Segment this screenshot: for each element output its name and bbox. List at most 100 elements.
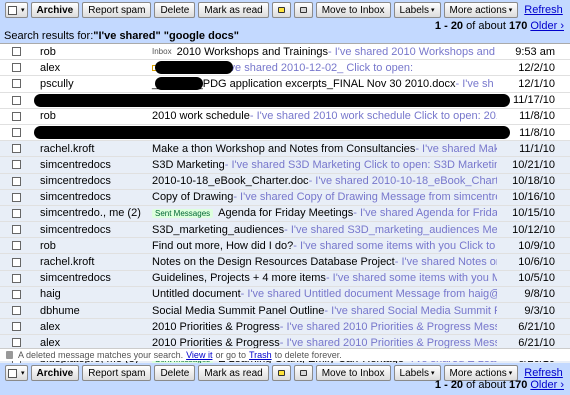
row-checkbox[interactable] <box>12 225 21 235</box>
report-spam-button[interactable]: Report spam <box>82 365 152 381</box>
delete-button[interactable]: Delete <box>154 365 196 381</box>
message-summary: Untitled document - I've shared Untitled… <box>149 288 497 300</box>
message-row[interactable]: alex2010-12-02_I've shared 2010-12-02_ C… <box>0 60 570 77</box>
chevron-down-icon: ▾ <box>431 7 435 14</box>
older-link[interactable]: Older › <box>530 20 564 32</box>
message-date: 12/2/10 <box>518 61 555 74</box>
message-snippet: - I've shared some items with you Click … <box>293 239 497 252</box>
message-subject: 2010 work schedule <box>152 110 250 123</box>
message-snippet: - I've sh <box>455 77 494 90</box>
message-label[interactable]: Sent Messages <box>152 208 214 218</box>
message-label[interactable]: Inbox <box>152 47 172 56</box>
select-checkbox-dropdown[interactable]: ▾ <box>5 365 28 381</box>
message-summary: Copy of Drawing - I've shared Copy of Dr… <box>149 191 497 203</box>
mute-button[interactable] <box>293 365 313 381</box>
row-checkbox[interactable] <box>12 128 21 138</box>
message-row[interactable]: rob 2010 work schedule - I've shared 2010… <box>0 109 570 125</box>
message-summary: S3D_marketing_audiences - I've shared S3… <box>149 224 497 236</box>
mark-as-read-button[interactable]: Mark as read <box>198 2 269 18</box>
row-checkbox[interactable] <box>12 192 21 202</box>
delete-button[interactable]: Delete <box>154 2 196 18</box>
mute-button[interactable] <box>293 2 313 18</box>
row-checkbox[interactable] <box>12 176 21 186</box>
message-row[interactable]: simcentredo., me (2) Sent Messages Agenda … <box>0 205 570 223</box>
message-snippet: - I've shared some items with you Messag… <box>325 272 497 285</box>
row-checkbox[interactable] <box>12 47 21 57</box>
message-snippet: - I've shared S3D Marketing Click to ope… <box>224 158 497 171</box>
message-row[interactable]: simcentredocs S3D_marketing_audiences - I… <box>0 222 570 239</box>
message-row[interactable]: simcentredocs 2010-10-18_eBook_Charter.do… <box>0 173 570 190</box>
message-row[interactable]: rachel.kroft Make a thon Workshop and Not… <box>0 141 570 158</box>
move-to-inbox-button[interactable]: Move to Inbox <box>315 2 391 18</box>
message-row[interactable]: simcentredocs Guidelines, Projects + 4 mo… <box>0 270 570 287</box>
message-row[interactable]: 11/17/10 <box>0 93 570 109</box>
notice-text-2: or go to <box>215 350 246 360</box>
message-summary: Sent Messages Agenda for Friday Meetings … <box>149 207 497 219</box>
refresh-link[interactable]: Refresh <box>524 4 563 16</box>
message-summary: Make a thon Workshop and Notes from Cons… <box>149 143 497 155</box>
row-checkbox[interactable] <box>12 273 21 283</box>
message-sender: simcentredocs <box>40 223 111 236</box>
row-checkbox[interactable] <box>12 322 21 332</box>
message-date: 10/16/10 <box>512 191 555 204</box>
message-subject: Untitled document <box>152 288 241 301</box>
mark-as-read-button[interactable]: Mark as read <box>198 365 269 381</box>
message-subject: Notes on the Design Resources Database P… <box>152 256 395 269</box>
row-checkbox[interactable] <box>12 289 21 299</box>
row-checkbox[interactable] <box>12 95 21 105</box>
message-date: 6/21/10 <box>518 320 555 333</box>
message-row[interactable]: simcentredocs Copy of Drawing - I've shar… <box>0 189 570 206</box>
message-subject: S3D_marketing_audiences <box>152 223 285 236</box>
row-checkbox[interactable] <box>12 144 21 154</box>
move-to-inbox-button[interactable]: Move to Inbox <box>315 365 391 381</box>
labels-dropdown[interactable]: Labels ▾ <box>393 2 441 18</box>
page-range: 1 - 20 <box>434 379 464 391</box>
message-subject: 2010 Workshops and Trainings <box>176 45 329 58</box>
message-snippet: - I've shared S3D_marketing_audiences Me… <box>284 223 497 236</box>
mute-icon <box>299 7 307 13</box>
message-snippet: - I've shared Notes on the Design Re <box>394 256 497 269</box>
row-checkbox[interactable] <box>12 111 21 121</box>
row-checkbox[interactable] <box>12 338 21 348</box>
message-snippet: - I've shared Agenda for Friday Meetings… <box>353 207 497 220</box>
row-checkbox[interactable] <box>12 63 21 73</box>
report-spam-button[interactable]: Report spam <box>82 2 152 18</box>
row-checkbox[interactable] <box>12 160 21 170</box>
add-star-button[interactable] <box>271 365 291 381</box>
notice-text-1: A deleted message matches your search. <box>18 350 184 360</box>
message-snippet: - I've shared Social Media Summit Panel … <box>324 304 497 317</box>
message-row[interactable]: rachel.kroft Notes on the Design Resource… <box>0 254 570 271</box>
view-it-link[interactable]: View it <box>186 350 212 360</box>
message-row[interactable]: simcentredocs S3D Marketing - I've shared… <box>0 157 570 174</box>
row-checkbox[interactable] <box>12 241 21 251</box>
select-checkbox-dropdown[interactable]: ▾ <box>5 2 28 18</box>
chevron-down-icon: ▾ <box>21 370 25 377</box>
message-row[interactable]: haig Untitled document - I've shared Unti… <box>0 286 570 303</box>
row-checkbox[interactable] <box>12 257 21 267</box>
refresh-link[interactable]: Refresh <box>524 367 563 379</box>
more-actions-dropdown[interactable]: More actions ▾ <box>443 2 519 18</box>
message-list: rob Inbox 2010 Workshops and Trainings - I… <box>0 43 570 368</box>
older-link[interactable]: Older › <box>530 379 564 391</box>
message-date: 10/12/10 <box>512 223 555 236</box>
add-star-button[interactable] <box>271 2 291 18</box>
row-checkbox[interactable] <box>12 306 21 316</box>
message-sender: dbhume <box>40 304 80 317</box>
message-row[interactable]: pscully _SSHRC_PDG application excerpts_F… <box>0 76 570 93</box>
message-row[interactable]: alex 2010 Priorities & Progress - I've sh… <box>0 319 570 336</box>
archive-button[interactable]: Archive <box>30 365 80 381</box>
message-row[interactable]: rob Inbox 2010 Workshops and Trainings - I… <box>0 44 570 61</box>
trash-link[interactable]: Trash <box>249 350 272 360</box>
row-checkbox[interactable] <box>12 79 21 89</box>
message-row[interactable]: 11/8/10 <box>0 125 570 142</box>
message-row[interactable]: dbhume Social Media Summit Panel Outline … <box>0 303 570 320</box>
labels-dropdown[interactable]: Labels ▾ <box>393 365 441 381</box>
row-checkbox[interactable] <box>12 208 21 218</box>
pagination: 1 - 20 of about 170 Older › <box>435 379 564 391</box>
archive-button[interactable]: Archive <box>30 2 80 18</box>
message-date: 9/8/10 <box>524 288 555 301</box>
search-query: "I've shared" "google docs" <box>93 30 239 42</box>
message-row[interactable]: rob Find out more, How did I do? - I've s… <box>0 238 570 255</box>
message-sender: pscully <box>40 77 74 90</box>
checkbox-icon <box>8 368 17 378</box>
